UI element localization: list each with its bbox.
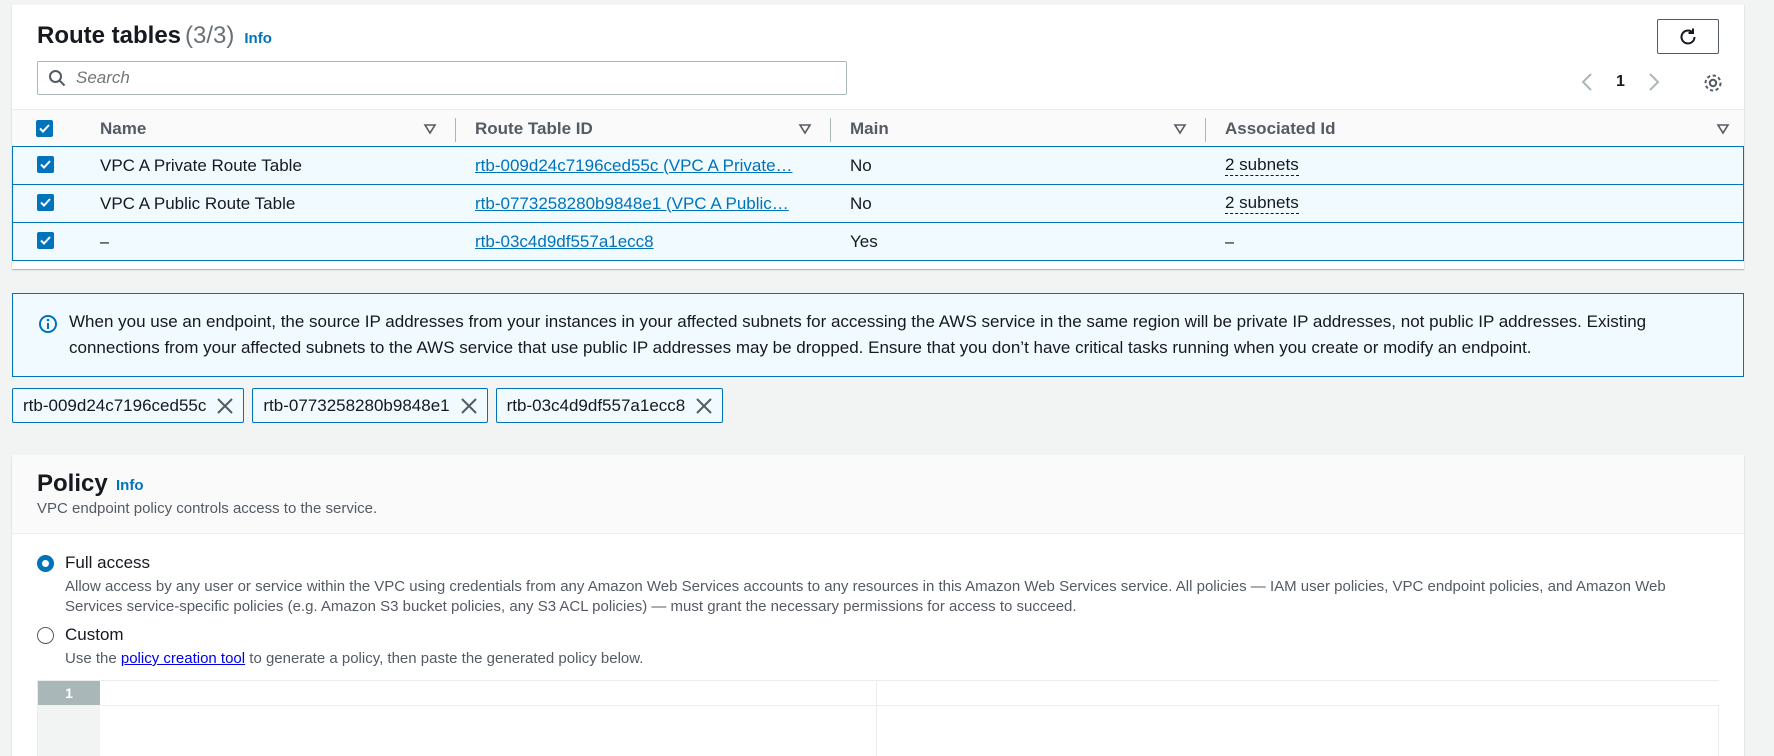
table-row[interactable]: VPC A Private Route Table rtb-009d24c719… (12, 146, 1744, 185)
gear-icon (1704, 74, 1722, 92)
close-icon (696, 397, 712, 414)
row-checkbox[interactable] (37, 232, 54, 249)
cell-route-table-id: rtb-009d24c7196ced55c (VPC A Private… (475, 147, 815, 184)
select-all-checkbox[interactable] (36, 120, 53, 137)
remove-token-button[interactable] (695, 397, 713, 415)
associated-subnets-popover[interactable]: 2 subnets (1225, 193, 1299, 214)
endpoint-info-alert: When you use an endpoint, the source IP … (12, 293, 1744, 377)
search-input[interactable] (76, 68, 816, 88)
column-divider[interactable] (455, 118, 456, 142)
row-checkbox[interactable] (37, 156, 54, 173)
line-number: 1 (38, 681, 100, 705)
cell-main: No (850, 193, 872, 213)
sort-down-icon[interactable] (1716, 122, 1730, 136)
cell-main: Yes (850, 231, 878, 251)
full-access-label[interactable]: Full access (65, 553, 150, 573)
route-tables-panel: Route tables(3/3) Info 1 Name (12, 5, 1744, 269)
policy-title: Policy (37, 470, 108, 497)
cell-associated-id: 2 subnets (1225, 147, 1299, 184)
pagination: 1 (1580, 71, 1661, 93)
check-icon (40, 198, 51, 207)
cell-associated-id: 2 subnets (1225, 185, 1299, 222)
page: Route tables(3/3) Info 1 Name (0, 0, 1774, 756)
remove-token-button[interactable] (460, 397, 478, 415)
selected-route-table-tokens: rtb-009d24c7196ced55c rtb-0773258280b984… (12, 388, 731, 423)
sort-down-icon[interactable] (1173, 122, 1187, 136)
route-table-id-link[interactable]: rtb-009d24c7196ced55c (VPC A Private… (475, 156, 793, 176)
page-number[interactable]: 1 (1616, 73, 1625, 91)
token: rtb-009d24c7196ced55c (12, 388, 245, 423)
cell-associated-id: – (1225, 231, 1235, 251)
token: rtb-03c4d9df557a1ecc8 (495, 388, 724, 423)
associated-subnets-popover[interactable]: 2 subnets (1225, 155, 1299, 176)
route-tables-info-link[interactable]: Info (244, 30, 272, 47)
editor-active-line[interactable] (100, 681, 1719, 706)
column-header-name[interactable]: Name (100, 110, 146, 148)
refresh-icon (1680, 28, 1696, 44)
preferences-button[interactable] (1702, 72, 1724, 99)
route-tables-title: Route tables (37, 22, 182, 49)
refresh-button[interactable] (1657, 19, 1719, 54)
remove-token-button[interactable] (216, 397, 234, 415)
editor-print-margin (876, 681, 877, 756)
info-circle-icon (39, 315, 57, 333)
cell-name: VPC A Private Route Table (100, 155, 302, 175)
cell-route-table-id: rtb-03c4d9df557a1ecc8 (475, 223, 815, 260)
sort-down-icon[interactable] (798, 122, 812, 136)
search-icon (49, 70, 66, 87)
check-icon (40, 236, 51, 245)
alert-text: When you use an endpoint, the source IP … (69, 312, 1647, 357)
check-icon (39, 124, 50, 133)
table-header-row: Name Route Table ID Main Associated Id (12, 109, 1744, 147)
policy-description: VPC endpoint policy controls access to t… (37, 500, 378, 517)
chevron-left-icon[interactable] (1580, 71, 1594, 93)
policy-code-editor[interactable]: 1 (37, 680, 1719, 756)
policy-header: Policy Info VPC endpoint policy controls… (12, 455, 1744, 534)
policy-creation-tool-link[interactable]: policy creation tool (121, 650, 245, 667)
column-header-main[interactable]: Main (850, 110, 889, 148)
token-label: rtb-0773258280b9848e1 (263, 395, 450, 415)
route-table-id-link[interactable]: rtb-0773258280b9848e1 (VPC A Public… (475, 194, 789, 214)
row-checkbox[interactable] (37, 194, 54, 211)
custom-label[interactable]: Custom (65, 625, 124, 645)
check-icon (40, 160, 51, 169)
close-icon (217, 397, 234, 414)
table-row[interactable]: VPC A Public Route Table rtb-0773258280b… (12, 184, 1744, 223)
full-access-radio[interactable] (37, 555, 54, 572)
policy-panel: Policy Info VPC endpoint policy controls… (12, 455, 1744, 756)
sort-down-icon[interactable] (423, 122, 437, 136)
custom-radio[interactable] (37, 627, 54, 644)
custom-desc-prefix: Use the (65, 650, 117, 667)
token-label: rtb-03c4d9df557a1ecc8 (506, 395, 686, 415)
token-label: rtb-009d24c7196ced55c (23, 395, 207, 415)
cell-name: – (100, 231, 110, 251)
cell-name: VPC A Public Route Table (100, 193, 296, 213)
policy-info-link[interactable]: Info (116, 477, 144, 494)
column-header-associated-id[interactable]: Associated Id (1225, 110, 1336, 148)
route-table-id-link[interactable]: rtb-03c4d9df557a1ecc8 (475, 232, 654, 252)
column-divider[interactable] (830, 118, 831, 142)
route-tables-table: Name Route Table ID Main Associated Id V… (12, 109, 1744, 261)
cell-main: No (850, 155, 872, 175)
cell-route-table-id: rtb-0773258280b9848e1 (VPC A Public… (475, 185, 815, 222)
close-icon (460, 397, 477, 414)
token: rtb-0773258280b9848e1 (252, 388, 488, 423)
editor-gutter: 1 (38, 681, 100, 756)
chevron-right-icon[interactable] (1647, 71, 1661, 93)
custom-description: Use the policy creation tool to generate… (65, 649, 643, 669)
custom-desc-suffix: to generate a policy, then paste the gen… (249, 650, 644, 667)
route-tables-header: Route tables (3/3) Info (37, 22, 272, 50)
route-tables-count: (3/3) (185, 22, 235, 49)
full-access-description: Allow access by any user or service with… (65, 578, 1666, 615)
column-header-route-table-id[interactable]: Route Table ID (475, 110, 593, 148)
search-field[interactable] (37, 61, 847, 95)
column-divider[interactable] (1205, 118, 1206, 142)
table-row[interactable]: – rtb-03c4d9df557a1ecc8 Yes – (12, 222, 1744, 261)
